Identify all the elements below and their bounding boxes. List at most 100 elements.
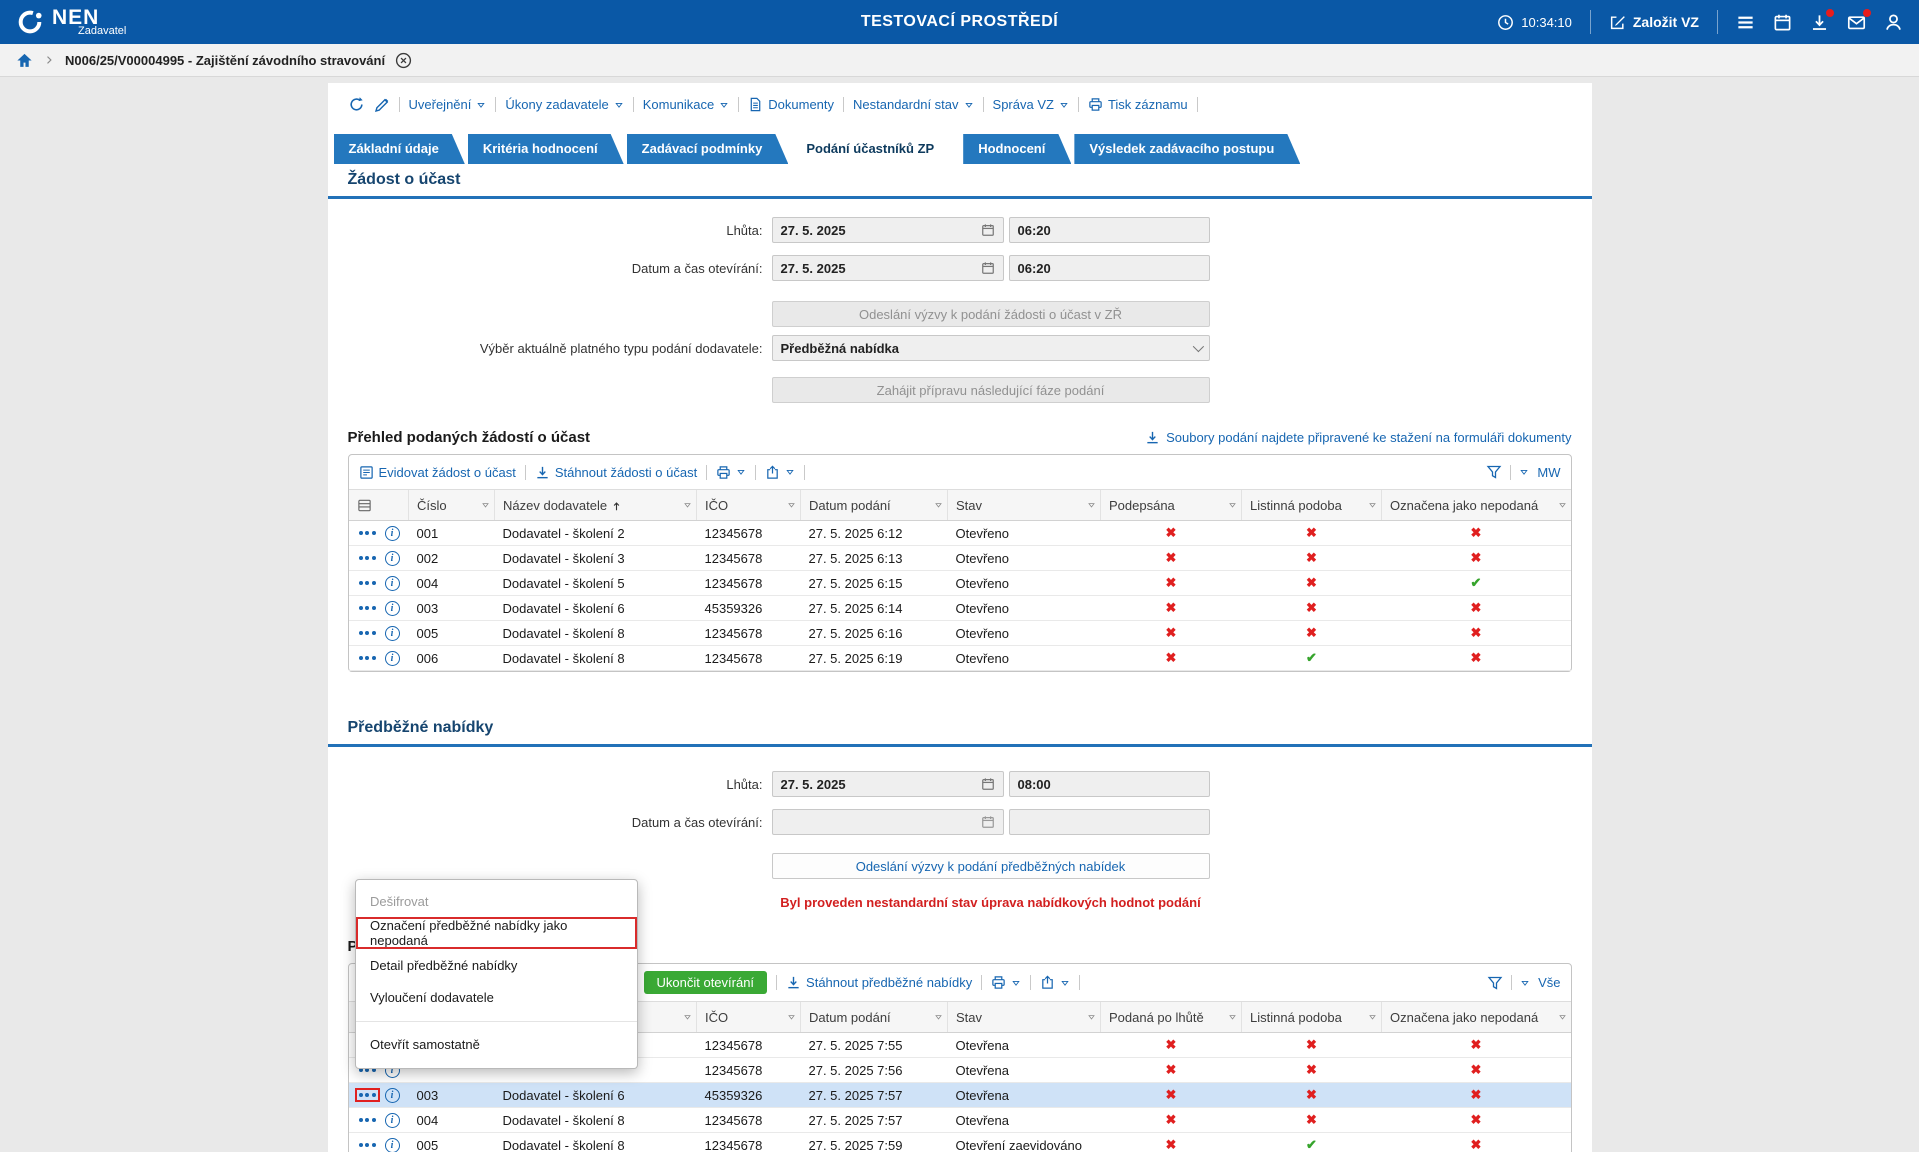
filter-caret-icon[interactable] <box>1087 501 1096 510</box>
zalozit-vz-button[interactable]: Založit VZ <box>1609 14 1699 31</box>
table2-view-label[interactable]: Vše <box>1538 975 1560 990</box>
column-podepsana[interactable]: Podepsána <box>1101 490 1242 521</box>
calendar-icon[interactable] <box>981 223 995 237</box>
row-menu-icon[interactable] <box>357 653 378 663</box>
column-datum-podani[interactable]: Datum podání <box>801 490 948 521</box>
table-row[interactable]: i 001 Dodavatel - školení 2 12345678 27.… <box>349 521 1571 546</box>
filter-caret-icon[interactable] <box>1368 501 1377 510</box>
filter-caret-icon[interactable] <box>1228 501 1237 510</box>
column-nazev-dodavatele[interactable]: Název dodavatele <box>495 490 697 521</box>
table1-view-label[interactable]: MW <box>1537 465 1560 480</box>
oteviranni2-date-field[interactable] <box>772 809 1004 835</box>
calendar-button[interactable] <box>1773 13 1792 32</box>
menu-button[interactable] <box>1736 13 1755 32</box>
filter-caret-icon[interactable] <box>1558 1013 1567 1022</box>
lhuta-date-field[interactable]: 27. 5. 2025 <box>772 217 1004 243</box>
calendar-icon[interactable] <box>981 261 995 275</box>
column-stav[interactable]: Stav <box>948 490 1101 521</box>
messages-button[interactable] <box>1847 13 1866 32</box>
menu-uverejneni[interactable]: Uveřejnění <box>409 97 487 112</box>
info-icon[interactable]: i <box>385 626 400 641</box>
calendar-icon[interactable] <box>981 777 995 791</box>
context-item-vylouceni[interactable]: Vyloučení dodavatele <box>356 981 637 1013</box>
refresh-icon[interactable] <box>348 96 365 113</box>
info-icon[interactable]: i <box>385 1113 400 1128</box>
tab-zakladni-udaje[interactable]: Základní údaje <box>334 134 465 164</box>
tab-zadavaci-podminky[interactable]: Zadávací podmínky <box>627 134 789 164</box>
info-icon[interactable]: i <box>385 576 400 591</box>
column-listinna-podoba[interactable]: Listinná podoba <box>1242 1002 1382 1033</box>
user-button[interactable] <box>1884 13 1903 32</box>
tab-vysledek[interactable]: Výsledek zadávacího postupu <box>1074 134 1300 164</box>
column-ico[interactable]: IČO <box>697 490 801 521</box>
table-row[interactable]: i 005 Dodavatel - školení 8 12345678 27.… <box>349 621 1571 646</box>
menu-dokumenty[interactable]: Dokumenty <box>748 97 834 112</box>
column-oznacena-nepodana[interactable]: Označena jako nepodaná <box>1382 1002 1571 1033</box>
row-menu-icon[interactable] <box>357 628 378 638</box>
filter-caret-icon[interactable] <box>787 1013 796 1022</box>
chevron-down-icon[interactable] <box>1519 467 1529 477</box>
row-menu-icon-active[interactable] <box>357 1090 378 1100</box>
oteviranni-date-field[interactable]: 27. 5. 2025 <box>772 255 1004 281</box>
evidovat-zadost-button[interactable]: Evidovat žádost o účast <box>359 465 516 480</box>
close-record-icon[interactable] <box>395 52 412 69</box>
column-cislo[interactable]: Číslo <box>409 490 495 521</box>
home-icon[interactable] <box>16 52 33 69</box>
info-icon[interactable]: i <box>385 1088 400 1103</box>
filter-funnel-icon[interactable] <box>1487 975 1503 991</box>
chevron-down-icon[interactable] <box>1520 978 1530 988</box>
column-podana-po-lhute[interactable]: Podaná po lhůtě <box>1101 1002 1242 1033</box>
nen-logo[interactable]: NEN Zadavatel <box>16 7 126 37</box>
lhuta2-time-field[interactable]: 08:00 <box>1009 771 1210 797</box>
info-icon[interactable]: i <box>385 651 400 666</box>
print-button[interactable] <box>716 465 746 480</box>
row-menu-icon[interactable] <box>357 528 378 538</box>
soubory-podani-link[interactable]: Soubory podání najdete připravené ke sta… <box>1145 430 1571 445</box>
row-menu-icon[interactable] <box>357 1115 378 1125</box>
filter-caret-icon[interactable] <box>683 1013 692 1022</box>
vyber-typu-select[interactable]: Předběžná nabídka <box>772 335 1210 361</box>
info-icon[interactable]: i <box>385 551 400 566</box>
context-item-detail[interactable]: Detail předběžné nabídky <box>356 949 637 981</box>
stahnout-zadosti-button[interactable]: Stáhnout žádosti o účast <box>535 465 697 480</box>
info-icon[interactable]: i <box>385 1138 400 1152</box>
filter-caret-icon[interactable] <box>683 501 692 510</box>
lhuta-time-field[interactable]: 06:20 <box>1009 217 1210 243</box>
downloads-button[interactable] <box>1810 13 1829 32</box>
filter-caret-icon[interactable] <box>787 501 796 510</box>
table-row[interactable]: i 005 Dodavatel - školení 8 12345678 27.… <box>349 1133 1571 1152</box>
export-button[interactable] <box>765 465 795 480</box>
table-row[interactable]: i 004 Dodavatel - školení 8 12345678 27.… <box>349 1108 1571 1133</box>
menu-ukony-zadavatele[interactable]: Úkony zadavatele <box>505 97 623 112</box>
tab-kriteria-hodnoceni[interactable]: Kritéria hodnocení <box>468 134 624 164</box>
row-menu-icon[interactable] <box>357 553 378 563</box>
export-button[interactable] <box>1040 975 1070 990</box>
menu-sprava-vz[interactable]: Správa VZ <box>993 97 1069 112</box>
table-row-selected[interactable]: i 003 Dodavatel - školení 6 45359326 27.… <box>349 1083 1571 1108</box>
odeslani-vyzvy-predbezne-button[interactable]: Odeslání výzvy k podání předběžných nabí… <box>772 853 1210 879</box>
column-stav[interactable]: Stav <box>948 1002 1101 1033</box>
stahnout-predbezne-button[interactable]: Stáhnout předběžné nabídky <box>786 975 972 990</box>
column-listinna-podoba[interactable]: Listinná podoba <box>1242 490 1382 521</box>
lhuta2-date-field[interactable]: 27. 5. 2025 <box>772 771 1004 797</box>
menu-komunikace[interactable]: Komunikace <box>643 97 730 112</box>
menu-tisk-zaznamu[interactable]: Tisk záznamu <box>1088 97 1188 112</box>
context-item-otevrit-samostatne[interactable]: Otevřít samostatně <box>356 1028 637 1060</box>
ukoncit-oteviranni-button[interactable]: Ukončit otevírání <box>644 971 768 994</box>
filter-caret-icon[interactable] <box>934 1013 943 1022</box>
column-ico[interactable]: IČO <box>697 1002 801 1033</box>
print-button[interactable] <box>991 975 1021 990</box>
row-menu-icon[interactable] <box>357 603 378 613</box>
tab-hodnoceni[interactable]: Hodnocení <box>963 134 1071 164</box>
column-row-tools[interactable] <box>349 490 409 521</box>
info-icon[interactable]: i <box>385 526 400 541</box>
row-menu-icon[interactable] <box>357 1140 378 1150</box>
tab-podani-ucastniku-zp[interactable]: Podání účastníků ZP <box>791 134 960 164</box>
table-row[interactable]: i 004 Dodavatel - školení 5 12345678 27.… <box>349 571 1571 596</box>
row-menu-icon[interactable] <box>357 578 378 588</box>
column-oznacena-nepodana[interactable]: Označena jako nepodaná <box>1382 490 1571 521</box>
oteviranni-time-field[interactable]: 06:20 <box>1009 255 1210 281</box>
oteviranni2-time-field[interactable] <box>1009 809 1210 835</box>
filter-caret-icon[interactable] <box>934 501 943 510</box>
filter-caret-icon[interactable] <box>1228 1013 1237 1022</box>
